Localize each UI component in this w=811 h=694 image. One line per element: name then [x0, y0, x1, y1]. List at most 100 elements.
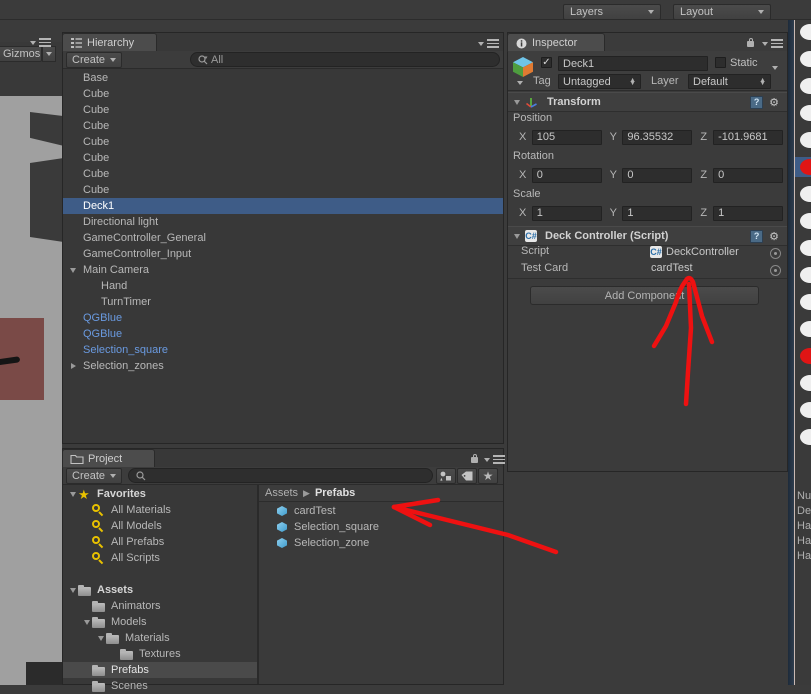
inspector-options-menu[interactable]	[762, 39, 783, 48]
project-search-input[interactable]	[128, 468, 433, 483]
project-tree-item-models[interactable]: Models	[63, 614, 258, 630]
project-asset-cardtest[interactable]: cardTest	[259, 503, 503, 519]
foldout-open-icon[interactable]	[67, 587, 78, 593]
foldout-open-icon[interactable]	[81, 619, 92, 625]
hierarchy-options-menu[interactable]	[478, 39, 499, 48]
right-edge-dot[interactable]	[800, 132, 811, 148]
right-edge-dot[interactable]	[800, 213, 811, 229]
rotation-y-input[interactable]: 0	[622, 167, 693, 183]
right-edge-panel[interactable]: Nu De Ha Ha Ha	[794, 20, 811, 685]
foldout-closed-icon[interactable]	[67, 363, 79, 369]
hierarchy-item-qgblue[interactable]: QGBlue	[63, 310, 503, 326]
hierarchy-item-selection-zones[interactable]: Selection_zones	[63, 358, 503, 374]
gizmos-dropdown-caret-box[interactable]	[42, 46, 56, 62]
scale-y-input[interactable]: 1	[622, 205, 693, 221]
hierarchy-search-input[interactable]: All	[190, 52, 500, 67]
scale-x-input[interactable]: 1	[531, 205, 602, 221]
tab-project[interactable]: Project	[62, 449, 155, 468]
gear-icon[interactable]: ⚙	[769, 96, 779, 109]
right-edge-dot[interactable]	[800, 348, 811, 364]
gameobject-dropdown-caret[interactable]	[517, 76, 523, 88]
gizmos-dropdown[interactable]: Gizmos	[0, 46, 42, 62]
project-create-button[interactable]: Create	[66, 468, 122, 484]
project-options-menu[interactable]	[484, 455, 505, 464]
position-x-input[interactable]: 105	[531, 129, 602, 145]
hierarchy-item-gamecontroller-input[interactable]: GameController_Input	[63, 246, 503, 262]
tab-inspector[interactable]: Inspector	[507, 33, 605, 52]
scene-view[interactable]	[0, 20, 62, 685]
right-edge-dot[interactable]	[800, 51, 811, 67]
project-tree-item-favorites[interactable]: ★ Favorites	[63, 486, 258, 502]
transform-foldout-arrow[interactable]	[514, 96, 520, 108]
gear-icon[interactable]: ⚙	[769, 230, 779, 243]
scale-z-input[interactable]: 1	[713, 205, 784, 221]
layout-dropdown[interactable]: Layout	[673, 4, 771, 20]
project-tree-item-scenes[interactable]: Scenes	[63, 678, 258, 694]
hierarchy-item-cube[interactable]: Cube	[63, 166, 503, 182]
hierarchy-item-cube[interactable]: Cube	[63, 86, 503, 102]
layer-dropdown[interactable]: Default ▲ ▼	[688, 74, 771, 89]
hierarchy-item-deck1[interactable]: Deck1	[63, 198, 503, 214]
breadcrumb-prefabs[interactable]: Prefabs	[315, 487, 355, 499]
project-asset-selection-zone[interactable]: Selection_zone	[259, 535, 503, 551]
rotation-x-input[interactable]: 0	[531, 167, 602, 183]
right-edge-dot[interactable]	[800, 294, 811, 310]
hierarchy-item-hand[interactable]: Hand	[63, 278, 503, 294]
project-filter-label-button[interactable]	[457, 468, 477, 484]
right-edge-dot[interactable]	[800, 24, 811, 40]
help-icon[interactable]: ?	[750, 95, 764, 109]
deck-controller-foldout-arrow[interactable]	[514, 230, 520, 242]
right-edge-dot[interactable]	[800, 78, 811, 94]
help-icon[interactable]: ?	[750, 229, 764, 243]
tab-hierarchy[interactable]: Hierarchy	[62, 33, 157, 52]
hierarchy-item-base[interactable]: Base	[63, 70, 503, 86]
test-card-field-picker[interactable]	[770, 263, 781, 276]
foldout-open-icon[interactable]	[67, 267, 79, 273]
right-edge-dot[interactable]	[800, 429, 811, 445]
right-edge-dot[interactable]	[800, 402, 811, 418]
project-filter-type-button[interactable]	[436, 468, 456, 484]
hierarchy-item-cube[interactable]: Cube	[63, 182, 503, 198]
add-component-button[interactable]: Add Component	[530, 286, 759, 305]
script-field-value-box[interactable]: C# DeckController	[650, 244, 760, 259]
hierarchy-item-gamecontroller-general[interactable]: GameController_General	[63, 230, 503, 246]
scene-view-options-menu[interactable]	[30, 38, 51, 47]
breadcrumb-assets[interactable]: Assets	[265, 487, 298, 499]
project-tree-item-all-materials[interactable]: All Materials	[63, 502, 258, 518]
tag-dropdown[interactable]: Untagged ▲ ▼	[558, 74, 641, 89]
gameobject-enabled-checkbox[interactable]: ✓	[541, 57, 552, 68]
project-tree-item-all-models[interactable]: All Models	[63, 518, 258, 534]
transform-component-header[interactable]: Transform ? ⚙	[508, 92, 787, 112]
project-tree-item-animators[interactable]: Animators	[63, 598, 258, 614]
hierarchy-item-selection-square[interactable]: Selection_square	[63, 342, 503, 358]
hierarchy-item-turntimer[interactable]: TurnTimer	[63, 294, 503, 310]
project-tree-item-assets[interactable]: Assets	[63, 582, 258, 598]
right-edge-dot[interactable]	[800, 105, 811, 121]
hierarchy-item-cube[interactable]: Cube	[63, 102, 503, 118]
project-tree-item-all-prefabs[interactable]: All Prefabs	[63, 534, 258, 550]
hierarchy-item-cube[interactable]: Cube	[63, 134, 503, 150]
position-z-input[interactable]: -101.9681	[713, 129, 784, 145]
rotation-z-input[interactable]: 0	[713, 167, 784, 183]
project-asset-selection-square[interactable]: Selection_square	[259, 519, 503, 535]
position-y-input[interactable]: 96.35532	[622, 129, 693, 145]
right-edge-dot[interactable]	[800, 240, 811, 256]
gameobject-name-input[interactable]: Deck1	[558, 56, 708, 71]
project-tree-item-textures[interactable]: Textures	[63, 646, 258, 662]
project-lock-toggle[interactable]	[470, 453, 479, 466]
inspector-lock-toggle[interactable]	[746, 37, 755, 50]
hierarchy-create-button[interactable]: Create	[66, 52, 122, 68]
script-field-picker[interactable]	[770, 246, 781, 259]
hierarchy-item-cube[interactable]: Cube	[63, 150, 503, 166]
test-card-field-value[interactable]: cardTest	[651, 262, 693, 274]
hierarchy-item-main-camera[interactable]: Main Camera	[63, 262, 503, 278]
hierarchy-item-qgblue[interactable]: QGBlue	[63, 326, 503, 342]
foldout-open-icon[interactable]	[95, 635, 106, 641]
right-edge-dot[interactable]	[800, 267, 811, 283]
layers-dropdown[interactable]: Layers	[563, 4, 661, 20]
project-filter-favorite-button[interactable]: ★	[478, 468, 498, 484]
hierarchy-item-directional-light[interactable]: Directional light	[63, 214, 503, 230]
right-edge-dot[interactable]	[800, 375, 811, 391]
static-dropdown-caret[interactable]	[772, 61, 778, 73]
static-checkbox[interactable]	[715, 57, 726, 68]
